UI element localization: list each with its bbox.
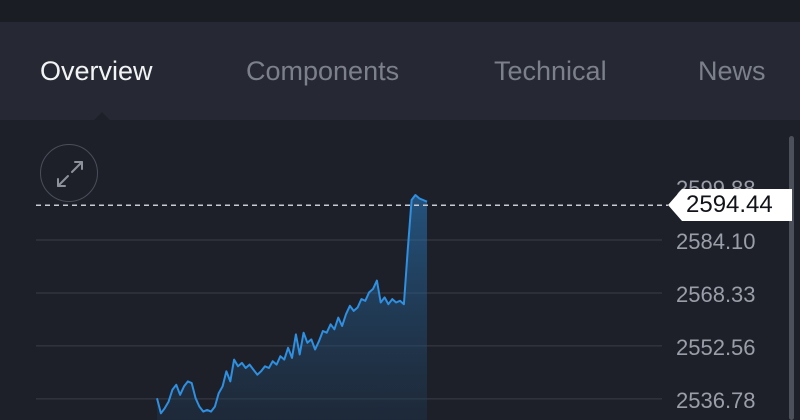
current-price-tag: 2594.44 — [668, 189, 792, 222]
current-price-value: 2594.44 — [686, 191, 773, 219]
expand-arrows-icon — [57, 161, 83, 187]
tab-overview[interactable]: Overview — [40, 55, 153, 87]
price-chart[interactable]: 2599.88 2584.10 2568.33 2552.56 2536.78 2594… — [0, 120, 800, 420]
chart-scrollbar[interactable] — [789, 136, 794, 420]
tab-components[interactable]: Components — [246, 55, 399, 87]
active-tab-indicator — [94, 112, 110, 120]
tab-technical[interactable]: Technical — [494, 55, 607, 87]
chart-canvas: 2599.882584.102568.332552.562536.78 — [36, 176, 756, 420]
expand-chart-button[interactable] — [40, 144, 98, 202]
tab-news[interactable]: News — [698, 55, 766, 87]
y-tick-label: 2584.10 — [676, 229, 756, 254]
y-tick-label: 2568.33 — [676, 282, 756, 307]
chart-area-fill — [157, 195, 427, 420]
app-screen: Overview Components Technical News 2599.… — [0, 0, 800, 420]
top-bar — [0, 0, 800, 22]
y-tick-label: 2536.78 — [676, 388, 756, 413]
tab-bar: Overview Components Technical News — [0, 22, 800, 121]
y-tick-label: 2552.56 — [676, 335, 756, 360]
